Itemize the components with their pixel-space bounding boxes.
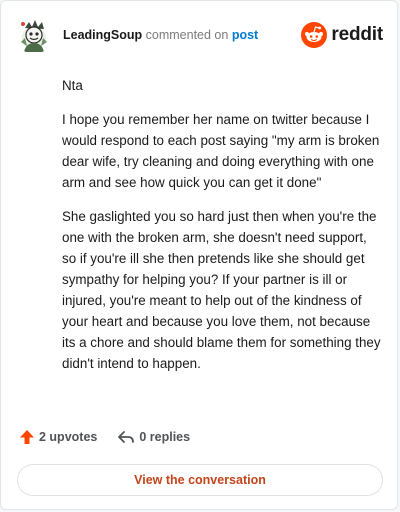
comment-paragraph: Nta	[62, 78, 83, 93]
comment-actions: 2 upvotes 0 replies	[19, 429, 190, 445]
reddit-snoo-icon	[301, 22, 328, 48]
comment-card: LeadingSoup commented on post reddit Nta…	[0, 0, 398, 510]
view-conversation-button[interactable]: View the conversation	[17, 464, 383, 496]
username[interactable]: LeadingSoup	[63, 28, 142, 42]
upvote-count: 2 upvotes	[39, 430, 98, 444]
avatar-illustration-icon	[15, 16, 53, 54]
comment-body: Nta I hope you remember her name on twit…	[62, 75, 384, 387]
upvote-arrow-icon	[20, 430, 34, 444]
reply-count: 0 replies	[139, 430, 191, 444]
reply-button[interactable]: 0 replies	[117, 429, 190, 445]
upvote-button[interactable]: 2 upvotes	[19, 429, 97, 445]
comment-header: LeadingSoup commented on post reddit	[15, 15, 383, 55]
comment-paragraph: She gaslighted you so hard just then whe…	[62, 209, 381, 371]
comment-paragraph: I hope you remember her name on twitter …	[62, 112, 380, 190]
post-link[interactable]: post	[232, 28, 258, 42]
reddit-wordmark: reddit	[331, 24, 383, 45]
comment-byline: LeadingSoup commented on post	[63, 27, 258, 43]
user-avatar[interactable]	[15, 16, 53, 54]
byline-action-text: commented on	[145, 28, 229, 42]
reddit-logo[interactable]: reddit	[301, 22, 383, 48]
reply-arrow-icon	[118, 431, 135, 443]
